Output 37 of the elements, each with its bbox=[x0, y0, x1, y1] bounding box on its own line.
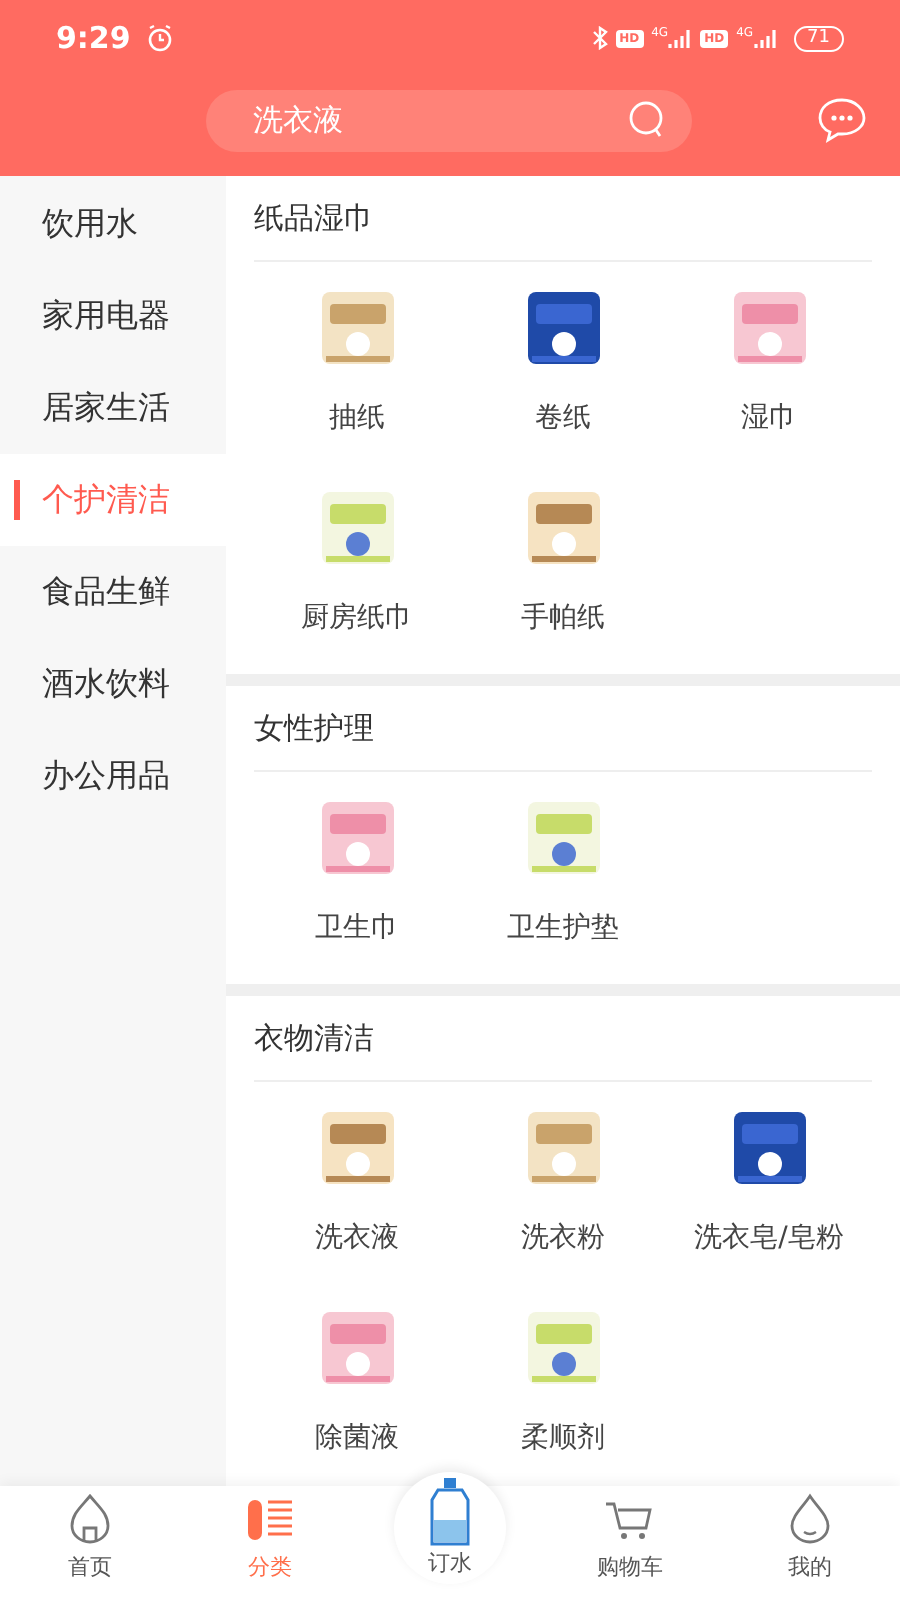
message-icon[interactable] bbox=[816, 96, 868, 144]
category-label[interactable]: 卷纸 bbox=[535, 400, 591, 436]
face-drop-icon bbox=[788, 1491, 832, 1543]
status-time: 9:29 bbox=[56, 17, 131, 60]
sidebar-item[interactable]: 食品生鲜 bbox=[0, 546, 226, 638]
category-label[interactable]: 湿巾 bbox=[741, 400, 797, 436]
order-water-tab[interactable]: 订水 bbox=[394, 1472, 506, 1584]
sidebar-item[interactable]: 家用电器 bbox=[0, 270, 226, 362]
category-label[interactable]: 卫生巾 bbox=[315, 910, 399, 946]
section-title: 纸品湿巾 bbox=[254, 176, 872, 262]
bluetooth-icon bbox=[591, 26, 608, 50]
section-title: 衣物清洁 bbox=[254, 996, 872, 1082]
battery-indicator: 71 bbox=[793, 25, 844, 51]
signal-icon bbox=[668, 28, 693, 48]
sidebar-item[interactable]: 酒水饮料 bbox=[0, 638, 226, 730]
category-label[interactable]: 柔顺剂 bbox=[521, 1420, 605, 1456]
tab-item[interactable]: 我的 bbox=[720, 1491, 900, 1584]
tab-item[interactable]: 首页 bbox=[0, 1491, 180, 1584]
sidebar-item[interactable]: 饮用水 bbox=[0, 178, 226, 270]
sidebar-item[interactable]: 居家生活 bbox=[0, 362, 226, 454]
water-bottle-icon bbox=[428, 1476, 472, 1548]
house-icon bbox=[68, 1491, 112, 1543]
signal-icon bbox=[753, 28, 778, 48]
section-title: 女性护理 bbox=[254, 686, 872, 772]
category-label[interactable]: 抽纸 bbox=[329, 400, 385, 436]
search-icon[interactable] bbox=[627, 100, 667, 140]
category-label[interactable]: 厨房纸巾 bbox=[301, 600, 413, 636]
category-label[interactable]: 洗衣液 bbox=[315, 1220, 399, 1256]
tab-item[interactable]: 购物车 bbox=[540, 1491, 720, 1584]
category-label[interactable]: 除菌液 bbox=[315, 1420, 399, 1456]
category-label[interactable]: 手帕纸 bbox=[521, 600, 605, 636]
list-icon bbox=[246, 1495, 294, 1543]
sidebar-item[interactable]: 办公用品 bbox=[0, 730, 226, 822]
alarm-icon bbox=[146, 24, 175, 52]
category-label[interactable]: 洗衣粉 bbox=[521, 1220, 605, 1256]
category-label[interactable]: 卫生护垫 bbox=[507, 910, 619, 946]
category-label[interactable]: 洗衣皂/皂粉 bbox=[694, 1220, 844, 1256]
